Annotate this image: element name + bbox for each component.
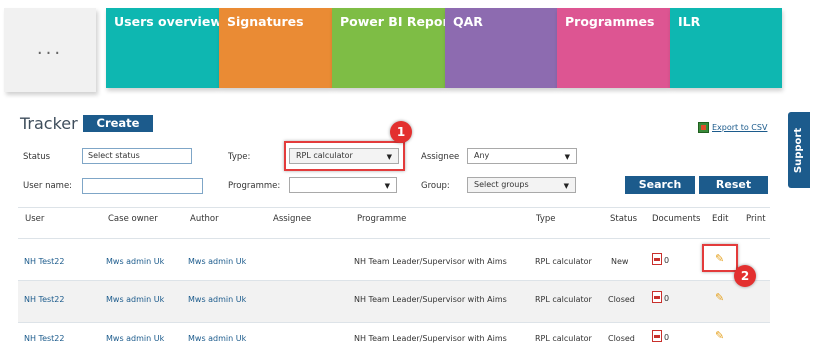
type-select-highlight xyxy=(284,141,405,171)
cell-status: Closed xyxy=(608,295,635,304)
assignee-select[interactable]: Any ▼ xyxy=(467,148,577,164)
step-badge-1: 1 xyxy=(390,121,412,143)
pencil-icon[interactable]: ✎ xyxy=(715,329,724,342)
cell-author[interactable]: Mws admin Uk xyxy=(188,257,246,266)
support-label: Support xyxy=(793,127,805,173)
cell-programme: NH Team Leader/Supervisor with Aims xyxy=(354,257,507,266)
documents-count: 0 xyxy=(664,294,670,303)
reset-button[interactable]: Reset xyxy=(699,176,768,194)
cell-user[interactable]: NH Test22 xyxy=(24,295,64,304)
table-top-border xyxy=(18,207,770,208)
assignee-label: Assignee xyxy=(421,152,460,162)
cell-author[interactable]: Mws admin Uk xyxy=(188,295,246,304)
caret-down-icon: ▼ xyxy=(384,182,390,190)
type-label: Type: xyxy=(228,152,251,162)
column-header-documents: Documents xyxy=(652,214,701,224)
column-header-print: Print xyxy=(746,214,766,224)
nav-tile-programmes[interactable]: Programmes xyxy=(557,8,670,88)
column-header-programme: Programme xyxy=(357,214,407,224)
documents-count: 0 xyxy=(664,333,670,342)
ellipsis-icon: ... xyxy=(36,37,64,59)
username-input[interactable] xyxy=(82,178,203,194)
pdf-icon xyxy=(652,253,662,265)
excel-icon xyxy=(698,122,709,133)
cell-type: RPL calculator xyxy=(535,257,592,266)
programme-label: Programme: xyxy=(228,181,281,191)
cell-case-owner[interactable]: Mws admin Uk xyxy=(106,295,164,304)
cell-type: RPL calculator xyxy=(535,334,592,343)
documents-count: 0 xyxy=(664,256,670,265)
table-row: NH Test22 Mws admin Uk Mws admin Uk NH T… xyxy=(18,323,770,354)
column-header-user: User xyxy=(25,214,45,224)
status-select[interactable]: Select status xyxy=(82,148,192,164)
nav-tile-signatures[interactable]: Signatures xyxy=(219,8,332,88)
caret-down-icon: ▼ xyxy=(564,153,570,161)
cell-author[interactable]: Mws admin Uk xyxy=(188,334,246,343)
column-header-status: Status xyxy=(610,214,638,224)
table-row: NH Test22 Mws admin Uk Mws admin Uk NH T… xyxy=(18,239,770,281)
cell-case-owner[interactable]: Mws admin Uk xyxy=(106,334,164,343)
cell-status: New xyxy=(611,257,629,266)
username-label: User name: xyxy=(23,181,73,191)
page-title: Tracker xyxy=(20,114,78,133)
cell-case-owner[interactable]: Mws admin Uk xyxy=(106,257,164,266)
export-csv-link[interactable]: Export to CSV xyxy=(698,122,767,133)
nav-tile-qar[interactable]: QAR xyxy=(445,8,557,88)
group-label: Group: xyxy=(421,181,450,191)
cell-status: Closed xyxy=(608,334,635,343)
app-menu-button[interactable]: ... xyxy=(4,8,96,92)
column-header-edit: Edit xyxy=(712,214,729,224)
cell-user[interactable]: NH Test22 xyxy=(24,257,64,266)
group-select[interactable]: Select groups ▼ xyxy=(467,177,576,193)
cell-type: RPL calculator xyxy=(535,295,592,304)
cell-user[interactable]: NH Test22 xyxy=(24,334,64,343)
create-button[interactable]: Create xyxy=(83,115,153,132)
table-row: NH Test22 Mws admin Uk Mws admin Uk NH T… xyxy=(18,281,770,323)
documents-link[interactable]: 0 xyxy=(652,253,669,265)
nav-tile-power-bi-reports[interactable]: Power BI Reports xyxy=(332,8,445,88)
cell-programme: NH Team Leader/Supervisor with Aims xyxy=(354,295,507,304)
status-label: Status xyxy=(23,152,51,162)
programme-select[interactable]: ▼ xyxy=(289,177,397,193)
column-header-case-owner: Case owner xyxy=(108,214,158,224)
documents-link[interactable]: 0 xyxy=(652,330,669,342)
group-select-value: Select groups xyxy=(474,180,529,189)
search-button[interactable]: Search xyxy=(625,176,695,194)
caret-down-icon: ▼ xyxy=(563,182,569,190)
column-header-author: Author xyxy=(190,214,219,224)
step-badge-2: 2 xyxy=(734,265,756,287)
support-tab[interactable]: Support xyxy=(788,112,810,188)
pencil-icon[interactable]: ✎ xyxy=(715,291,724,304)
documents-link[interactable]: 0 xyxy=(652,291,669,303)
column-header-assignee: Assignee xyxy=(273,214,312,224)
column-header-type: Type xyxy=(536,214,556,224)
nav-tile-users-overview[interactable]: Users overview xyxy=(106,8,219,88)
nav-tile-ilr[interactable]: ILR xyxy=(670,8,782,88)
pdf-icon xyxy=(652,291,662,303)
top-navigation: Users overview Signatures Power BI Repor… xyxy=(106,8,782,88)
export-csv-label[interactable]: Export to CSV xyxy=(712,123,767,132)
cell-programme: NH Team Leader/Supervisor with Aims xyxy=(354,334,507,343)
assignee-select-value: Any xyxy=(474,151,490,160)
pdf-icon xyxy=(652,330,662,342)
edit-button-highlight xyxy=(702,244,738,272)
